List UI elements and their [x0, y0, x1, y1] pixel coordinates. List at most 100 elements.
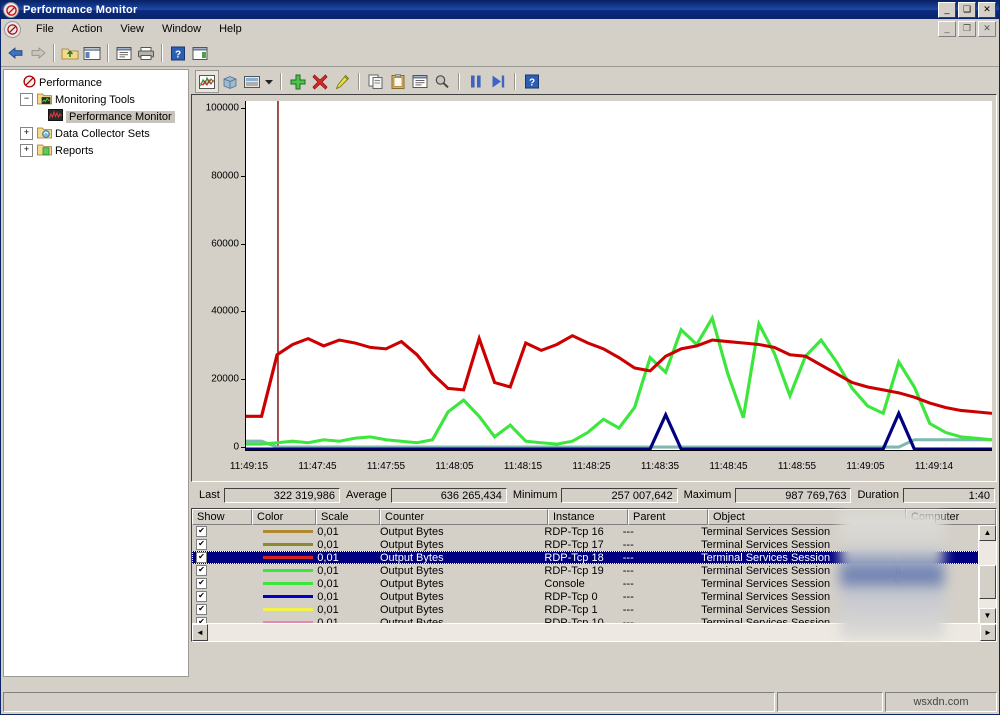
tree-expander-expand[interactable]: +: [20, 127, 33, 140]
paste-counter-list-icon[interactable]: [387, 71, 409, 92]
menu-window[interactable]: Window: [153, 21, 210, 37]
sidebar-item-data-collector-sets[interactable]: + Data Collector Sets: [8, 125, 188, 142]
cell-color[interactable]: [251, 530, 314, 533]
color-swatch[interactable]: [263, 608, 314, 611]
cell-parent[interactable]: ---: [619, 565, 697, 577]
counter-table[interactable]: ShowColorScaleCounterInstanceParentObjec…: [191, 508, 997, 642]
scroll-up-button[interactable]: ▲: [979, 525, 996, 541]
menu-file[interactable]: File: [27, 21, 63, 37]
cell-computer[interactable]: \\: [891, 578, 979, 590]
show-checkbox[interactable]: ✔: [196, 565, 207, 576]
color-swatch[interactable]: [263, 569, 314, 572]
vertical-scroll-thumb[interactable]: [979, 565, 996, 599]
cell-show[interactable]: ✔: [192, 565, 251, 576]
cell-parent[interactable]: ---: [619, 526, 697, 538]
cell-scale[interactable]: 0,01: [313, 526, 376, 538]
column-header-instance[interactable]: Instance: [548, 509, 628, 525]
minimize-button[interactable]: _: [938, 2, 956, 18]
view-histogram-icon[interactable]: [219, 71, 241, 92]
cell-computer[interactable]: \\: [891, 539, 979, 551]
column-header-color[interactable]: Color: [252, 509, 316, 525]
column-header-object[interactable]: Object: [708, 509, 906, 525]
cell-counter[interactable]: Output Bytes: [376, 604, 540, 616]
copy-properties-icon[interactable]: [365, 71, 387, 92]
cell-computer[interactable]: \\: [891, 552, 979, 564]
table-row[interactable]: ✔0,01Output BytesRDP-Tcp 1---Terminal Se…: [192, 603, 979, 616]
table-row[interactable]: ✔0,01Output BytesRDP-Tcp 18---Terminal S…: [192, 551, 979, 564]
show-checkbox[interactable]: ✔: [196, 591, 207, 602]
cell-counter[interactable]: Output Bytes: [376, 552, 540, 564]
counter-table-vertical-scrollbar[interactable]: ▲ ▼: [978, 525, 996, 624]
properties-icon[interactable]: [409, 71, 431, 92]
cell-show[interactable]: ✔: [192, 526, 251, 537]
mdi-minimize-button[interactable]: _: [938, 21, 956, 37]
cell-scale[interactable]: 0,01: [313, 591, 376, 603]
add-counter-icon[interactable]: [287, 71, 309, 92]
cell-show[interactable]: ✔: [192, 539, 251, 550]
cell-instance[interactable]: RDP-Tcp 0: [540, 591, 618, 603]
print-icon[interactable]: [135, 42, 157, 64]
properties-icon[interactable]: [113, 42, 135, 64]
color-swatch[interactable]: [263, 556, 314, 559]
cell-counter[interactable]: Output Bytes: [376, 591, 540, 603]
cell-computer[interactable]: \\: [891, 565, 979, 577]
menu-view[interactable]: View: [111, 21, 153, 37]
cell-object[interactable]: Terminal Services Session: [697, 565, 891, 577]
sidebar-item-performance-monitor[interactable]: Performance Monitor: [8, 108, 188, 125]
show-checkbox[interactable]: ✔: [196, 578, 207, 589]
new-window-icon[interactable]: [189, 42, 211, 64]
table-row[interactable]: ✔0,01Output BytesRDP-Tcp 16---Terminal S…: [192, 525, 979, 538]
mdi-close-button[interactable]: ✕: [978, 21, 996, 37]
freeze-display-icon[interactable]: [465, 71, 487, 92]
cell-color[interactable]: [251, 595, 314, 598]
sidebar-item-monitoring-tools[interactable]: − Monitoring Tools: [8, 91, 188, 108]
cell-parent[interactable]: ---: [619, 552, 697, 564]
delete-counter-icon[interactable]: [309, 71, 331, 92]
cell-parent[interactable]: ---: [619, 604, 697, 616]
cell-object[interactable]: Terminal Services Session: [697, 539, 891, 551]
cell-object[interactable]: Terminal Services Session: [697, 604, 891, 616]
cell-scale[interactable]: 0,01: [313, 552, 376, 564]
highlight-icon[interactable]: [331, 71, 353, 92]
mdi-restore-button[interactable]: ❐: [958, 21, 976, 37]
color-swatch[interactable]: [263, 582, 314, 585]
up-folder-icon[interactable]: [59, 42, 81, 64]
show-checkbox[interactable]: ✔: [196, 526, 207, 537]
maximize-button[interactable]: ❑: [958, 2, 976, 18]
table-row[interactable]: ✔0,01Output BytesRDP-Tcp 0---Terminal Se…: [192, 590, 979, 603]
cell-counter[interactable]: Output Bytes: [376, 578, 540, 590]
cell-show[interactable]: ✔: [192, 552, 251, 563]
cell-instance[interactable]: RDP-Tcp 17: [540, 539, 618, 551]
cell-scale[interactable]: 0,01: [313, 604, 376, 616]
menu-help[interactable]: Help: [210, 21, 251, 37]
column-header-scale[interactable]: Scale: [316, 509, 380, 525]
cell-object[interactable]: Terminal Services Session: [697, 578, 891, 590]
chart-plot-area[interactable]: [245, 101, 992, 451]
update-data-icon[interactable]: [487, 71, 509, 92]
help-icon[interactable]: ?: [521, 71, 543, 92]
tree-expander-collapse[interactable]: −: [20, 93, 33, 106]
cell-object[interactable]: Terminal Services Session: [697, 591, 891, 603]
cell-computer[interactable]: \\: [891, 604, 979, 616]
cell-counter[interactable]: Output Bytes: [376, 539, 540, 551]
view-line-graph-icon[interactable]: [195, 70, 219, 93]
cell-computer[interactable]: \\: [891, 526, 979, 538]
tree-root-performance[interactable]: Performance: [8, 74, 188, 91]
show-checkbox[interactable]: ✔: [196, 604, 207, 615]
cell-object[interactable]: Terminal Services Session: [697, 526, 891, 538]
back-icon[interactable]: [5, 42, 27, 64]
scroll-down-button[interactable]: ▼: [979, 608, 996, 624]
cell-scale[interactable]: 0,01: [313, 578, 376, 590]
table-row[interactable]: ✔0,01Output BytesRDP-Tcp 17---Terminal S…: [192, 538, 979, 551]
view-report-icon[interactable]: [241, 71, 263, 92]
menu-action[interactable]: Action: [63, 21, 112, 37]
horizontal-scroll-track[interactable]: [208, 624, 980, 641]
column-header-parent[interactable]: Parent: [628, 509, 708, 525]
cell-show[interactable]: ✔: [192, 604, 251, 615]
zoom-icon[interactable]: [431, 71, 453, 92]
cell-computer[interactable]: \\: [891, 591, 979, 603]
color-swatch[interactable]: [263, 530, 314, 533]
color-swatch[interactable]: [263, 595, 314, 598]
cell-color[interactable]: [251, 569, 314, 572]
close-button[interactable]: ✕: [978, 2, 996, 18]
